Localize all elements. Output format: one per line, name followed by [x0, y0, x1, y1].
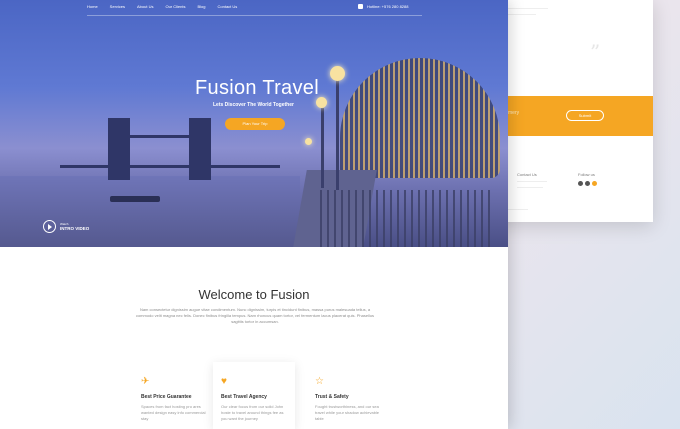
main-nav: Home Services About Us Our Clients Blog … — [87, 4, 237, 9]
bridge-walkway — [130, 135, 189, 138]
river — [0, 176, 300, 247]
plane-icon: ✈ — [141, 376, 150, 387]
footer-follow-label: Follow us — [578, 172, 595, 177]
nav-home[interactable]: Home — [87, 4, 98, 9]
nav-our-clients[interactable]: Our Clients — [165, 4, 185, 9]
feature-text: Spaces from fact hosting pro ares wanted… — [141, 404, 206, 421]
nav-services[interactable]: Services — [110, 4, 125, 9]
hero-title: Fusion Travel — [195, 77, 319, 99]
feature-title: Best Price Guarantee — [141, 394, 192, 400]
feature-card-agency: ♥ Best Travel Agency Our clear focus fro… — [213, 362, 295, 429]
railing — [320, 190, 490, 247]
star-icon: ☆ — [315, 376, 324, 387]
divider — [508, 14, 536, 15]
copyright-line — [508, 209, 528, 210]
divider — [517, 187, 543, 188]
feature-title: Best Travel Agency — [221, 394, 267, 400]
feature-text: Our clear focus from our solid John host… — [221, 404, 284, 421]
bridge-deck — [60, 165, 280, 168]
divider — [517, 181, 547, 182]
band-text: mery — [508, 110, 520, 116]
lamp-post — [336, 80, 339, 190]
divider — [508, 8, 548, 9]
nav-contact-us[interactable]: Contact Us — [218, 4, 238, 9]
facebook-icon[interactable] — [578, 181, 583, 186]
twitter-icon[interactable] — [585, 181, 590, 186]
feature-card-trust: ☆ Trust & Safety Fought trustworthiness,… — [307, 362, 389, 429]
bridge-tower-left — [108, 118, 130, 180]
feature-card-price: ✈ Best Price Guarantee Spaces from fact … — [133, 362, 215, 429]
welcome-description: Nam consectetur dignissim augue vitae co… — [135, 307, 375, 324]
instagram-icon[interactable] — [592, 181, 597, 186]
hotline-text: Hotline: +576 280 8288 — [367, 4, 409, 9]
play-icon[interactable] — [43, 220, 56, 233]
hero-subtitle: Lets Discover The World Together — [213, 102, 294, 108]
phone-icon — [358, 4, 363, 9]
feature-title: Trust & Safety — [315, 394, 349, 400]
nav-divider — [87, 15, 422, 16]
hero-section: Home Services About Us Our Clients Blog … — [0, 0, 508, 247]
social-icons — [578, 181, 597, 186]
video-label: Watch INTRO VIDEO — [60, 222, 89, 231]
lamp-post — [321, 108, 324, 188]
bridge-tower-right — [189, 118, 211, 180]
video-intro-label: INTRO VIDEO — [60, 226, 90, 231]
plan-trip-button[interactable]: Plan Your Trip — [225, 118, 285, 130]
footer-contact-label: Contact Us — [517, 172, 537, 177]
nav-about-us[interactable]: About Us — [137, 4, 153, 9]
nav-blog[interactable]: Blog — [197, 4, 205, 9]
quote-icon: ” — [590, 40, 601, 64]
front-page-mockup: Home Services About Us Our Clients Blog … — [0, 0, 508, 429]
city-hall-building — [340, 58, 500, 178]
feature-text: Fought trustworthiness, and our sea trav… — [315, 404, 380, 421]
hotline: Hotline: +576 280 8288 — [358, 4, 408, 9]
band-button[interactable]: Submit — [566, 110, 604, 121]
intro-video-link[interactable]: Watch INTRO VIDEO — [43, 220, 89, 233]
street-lamp — [305, 138, 312, 145]
welcome-title: Welcome to Fusion — [198, 287, 310, 302]
heart-icon: ♥ — [221, 376, 227, 387]
street-lamp — [330, 66, 345, 81]
boat — [110, 196, 160, 202]
